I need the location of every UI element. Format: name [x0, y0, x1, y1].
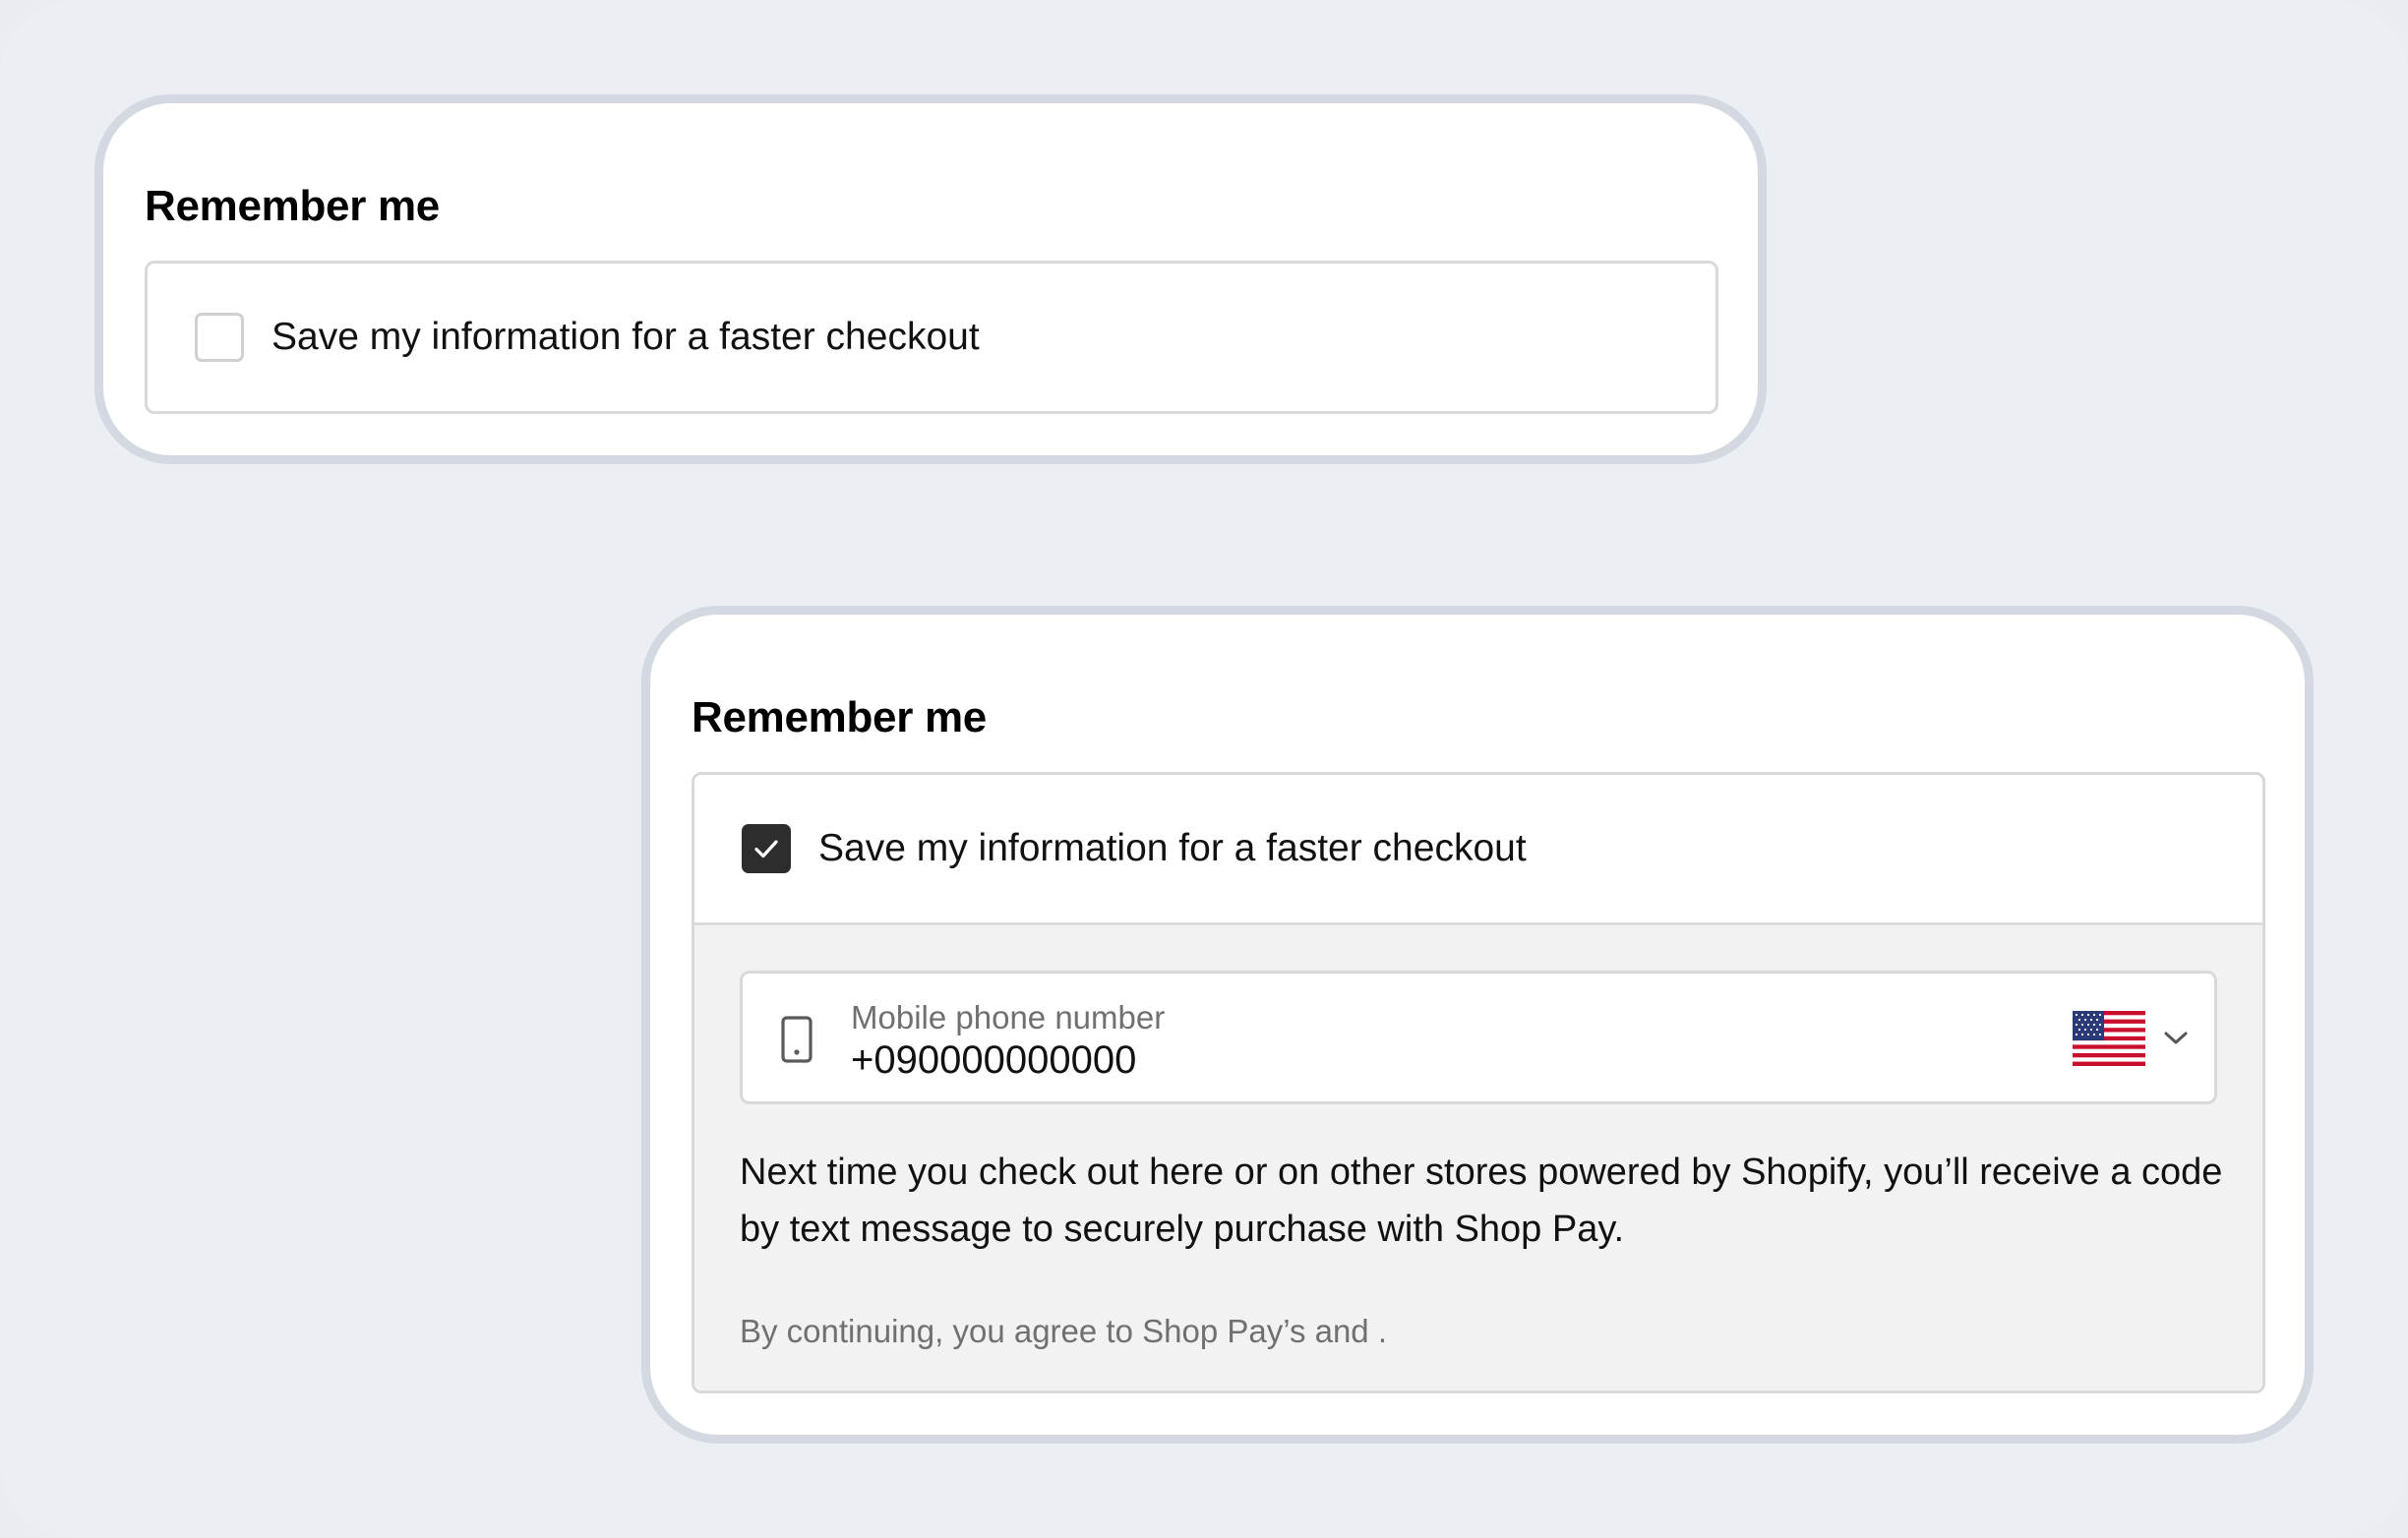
save-info-label[interactable]: Save my information for a faster checkou… — [271, 316, 980, 359]
remember-me-card-unchecked: Remember me Save my information for a fa… — [94, 94, 1767, 464]
mobile-phone-label: Mobile phone number — [851, 999, 1166, 1035]
remember-me-box: Save my information for a faster checkou… — [145, 261, 1718, 414]
us-flag-icon — [2073, 1011, 2145, 1066]
chevron-down-icon — [2164, 1032, 2188, 1044]
checkmark-icon — [754, 840, 778, 858]
save-info-option[interactable]: Save my information for a faster checkou… — [148, 264, 1716, 411]
mobile-phone-icon — [781, 1016, 813, 1063]
mobile-phone-field[interactable]: Mobile phone number — [740, 971, 2217, 1104]
card-title: Remember me — [692, 693, 987, 741]
save-info-option[interactable]: Save my information for a faster checkou… — [694, 775, 2262, 922]
card-title: Remember me — [145, 182, 440, 230]
mobile-phone-input[interactable] — [851, 1038, 1835, 1083]
remember-me-box: Save my information for a faster checkou… — [692, 772, 2265, 1393]
remember-me-card-checked: Remember me Save my information for a fa… — [641, 606, 2314, 1444]
legal-disclaimer: By continuing, you agree to Shop Pay’s a… — [740, 1313, 1388, 1349]
shop-pay-info-text: Next time you check out here or on other… — [740, 1152, 2223, 1250]
save-info-checkbox[interactable] — [742, 824, 791, 873]
save-info-checkbox[interactable] — [195, 313, 244, 362]
page-background: Remember me Save my information for a fa… — [0, 0, 2408, 1538]
shop-pay-panel: Mobile phone number +090000000000 Next t… — [694, 922, 2262, 1390]
save-info-label[interactable]: Save my information for a faster checkou… — [818, 827, 1527, 870]
country-code-select[interactable] — [2073, 1011, 2189, 1066]
